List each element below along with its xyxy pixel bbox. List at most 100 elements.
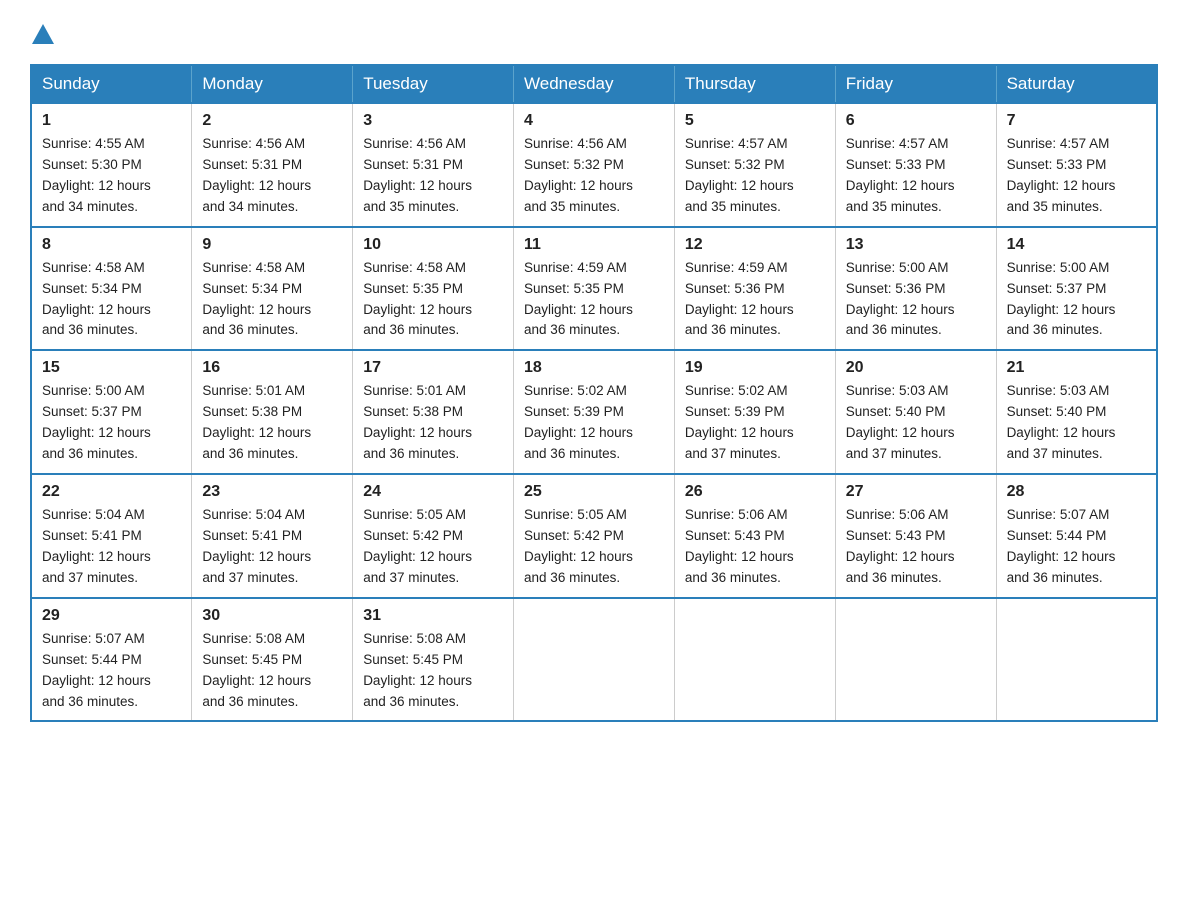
day-number: 2 bbox=[202, 112, 342, 130]
day-info: Sunrise: 5:02 AM Sunset: 5:39 PM Dayligh… bbox=[524, 381, 664, 465]
day-info: Sunrise: 5:07 AM Sunset: 5:44 PM Dayligh… bbox=[42, 629, 181, 713]
calendar-cell bbox=[835, 598, 996, 722]
day-info: Sunrise: 5:01 AM Sunset: 5:38 PM Dayligh… bbox=[202, 381, 342, 465]
weekday-header-monday: Monday bbox=[192, 65, 353, 103]
day-info: Sunrise: 4:56 AM Sunset: 5:31 PM Dayligh… bbox=[363, 134, 503, 218]
day-info: Sunrise: 4:59 AM Sunset: 5:35 PM Dayligh… bbox=[524, 258, 664, 342]
calendar-cell: 5 Sunrise: 4:57 AM Sunset: 5:32 PM Daylig… bbox=[674, 103, 835, 227]
calendar-cell: 12Sunrise: 4:59 AM Sunset: 5:36 PM Dayli… bbox=[674, 227, 835, 351]
calendar-cell: 28 Sunrise: 5:07 AM Sunset: 5:44 PM Dayli… bbox=[996, 474, 1157, 598]
day-info: Sunrise: 5:06 AM Sunset: 5:43 PM Dayligh… bbox=[846, 505, 986, 589]
calendar-cell: 14Sunrise: 5:00 AM Sunset: 5:37 PM Dayli… bbox=[996, 227, 1157, 351]
day-info: Sunrise: 4:58 AM Sunset: 5:34 PM Dayligh… bbox=[202, 258, 342, 342]
day-number: 4 bbox=[524, 112, 664, 130]
day-info: Sunrise: 5:01 AM Sunset: 5:38 PM Dayligh… bbox=[363, 381, 503, 465]
calendar-week-row: 15 Sunrise: 5:00 AM Sunset: 5:37 PM Dayli… bbox=[31, 350, 1157, 474]
calendar-cell: 1 Sunrise: 4:55 AM Sunset: 5:30 PM Daylig… bbox=[31, 103, 192, 227]
day-info: Sunrise: 4:58 AM Sunset: 5:35 PM Dayligh… bbox=[363, 258, 503, 342]
calendar-cell: 26 Sunrise: 5:06 AM Sunset: 5:43 PM Dayli… bbox=[674, 474, 835, 598]
calendar-cell: 31Sunrise: 5:08 AM Sunset: 5:45 PM Dayli… bbox=[353, 598, 514, 722]
calendar-cell: 18 Sunrise: 5:02 AM Sunset: 5:39 PM Dayli… bbox=[514, 350, 675, 474]
day-number: 13 bbox=[846, 236, 986, 254]
day-number: 18 bbox=[524, 359, 664, 377]
day-number: 14 bbox=[1007, 236, 1146, 254]
calendar-cell: 13 Sunrise: 5:00 AM Sunset: 5:36 PM Dayli… bbox=[835, 227, 996, 351]
day-info: Sunrise: 5:04 AM Sunset: 5:41 PM Dayligh… bbox=[202, 505, 342, 589]
day-number: 8 bbox=[42, 236, 181, 254]
day-number: 7 bbox=[1007, 112, 1146, 130]
calendar-table: SundayMondayTuesdayWednesdayThursdayFrid… bbox=[30, 64, 1158, 722]
calendar-cell: 25 Sunrise: 5:05 AM Sunset: 5:42 PM Dayli… bbox=[514, 474, 675, 598]
calendar-cell: 30 Sunrise: 5:08 AM Sunset: 5:45 PM Dayli… bbox=[192, 598, 353, 722]
day-info: Sunrise: 5:02 AM Sunset: 5:39 PM Dayligh… bbox=[685, 381, 825, 465]
calendar-cell: 6 Sunrise: 4:57 AM Sunset: 5:33 PM Daylig… bbox=[835, 103, 996, 227]
calendar-cell: 23 Sunrise: 5:04 AM Sunset: 5:41 PM Dayli… bbox=[192, 474, 353, 598]
day-number: 26 bbox=[685, 483, 825, 501]
day-number: 31 bbox=[363, 607, 503, 625]
calendar-cell: 2 Sunrise: 4:56 AM Sunset: 5:31 PM Daylig… bbox=[192, 103, 353, 227]
day-info: Sunrise: 5:03 AM Sunset: 5:40 PM Dayligh… bbox=[1007, 381, 1146, 465]
day-info: Sunrise: 4:57 AM Sunset: 5:33 PM Dayligh… bbox=[1007, 134, 1146, 218]
day-info: Sunrise: 5:07 AM Sunset: 5:44 PM Dayligh… bbox=[1007, 505, 1146, 589]
day-number: 9 bbox=[202, 236, 342, 254]
calendar-cell: 3 Sunrise: 4:56 AM Sunset: 5:31 PM Daylig… bbox=[353, 103, 514, 227]
day-info: Sunrise: 4:56 AM Sunset: 5:31 PM Dayligh… bbox=[202, 134, 342, 218]
day-number: 17 bbox=[363, 359, 503, 377]
calendar-cell: 29Sunrise: 5:07 AM Sunset: 5:44 PM Dayli… bbox=[31, 598, 192, 722]
calendar-week-row: 29Sunrise: 5:07 AM Sunset: 5:44 PM Dayli… bbox=[31, 598, 1157, 722]
day-number: 3 bbox=[363, 112, 503, 130]
day-number: 5 bbox=[685, 112, 825, 130]
calendar-cell: 19 Sunrise: 5:02 AM Sunset: 5:39 PM Dayli… bbox=[674, 350, 835, 474]
weekday-header-row: SundayMondayTuesdayWednesdayThursdayFrid… bbox=[31, 65, 1157, 103]
day-number: 21 bbox=[1007, 359, 1146, 377]
day-info: Sunrise: 4:55 AM Sunset: 5:30 PM Dayligh… bbox=[42, 134, 181, 218]
day-info: Sunrise: 4:57 AM Sunset: 5:33 PM Dayligh… bbox=[846, 134, 986, 218]
day-info: Sunrise: 5:05 AM Sunset: 5:42 PM Dayligh… bbox=[524, 505, 664, 589]
calendar-cell: 11 Sunrise: 4:59 AM Sunset: 5:35 PM Dayli… bbox=[514, 227, 675, 351]
day-number: 10 bbox=[363, 236, 503, 254]
weekday-header-wednesday: Wednesday bbox=[514, 65, 675, 103]
day-number: 6 bbox=[846, 112, 986, 130]
day-number: 22 bbox=[42, 483, 181, 501]
calendar-cell: 27 Sunrise: 5:06 AM Sunset: 5:43 PM Dayli… bbox=[835, 474, 996, 598]
day-number: 20 bbox=[846, 359, 986, 377]
logo-arrow-icon bbox=[32, 22, 54, 44]
day-info: Sunrise: 4:59 AM Sunset: 5:36 PM Dayligh… bbox=[685, 258, 825, 342]
day-info: Sunrise: 5:00 AM Sunset: 5:36 PM Dayligh… bbox=[846, 258, 986, 342]
day-number: 28 bbox=[1007, 483, 1146, 501]
day-info: Sunrise: 5:04 AM Sunset: 5:41 PM Dayligh… bbox=[42, 505, 181, 589]
day-info: Sunrise: 4:58 AM Sunset: 5:34 PM Dayligh… bbox=[42, 258, 181, 342]
page-header bbox=[30, 20, 1158, 44]
day-info: Sunrise: 4:57 AM Sunset: 5:32 PM Dayligh… bbox=[685, 134, 825, 218]
weekday-header-sunday: Sunday bbox=[31, 65, 192, 103]
calendar-cell: 7 Sunrise: 4:57 AM Sunset: 5:33 PM Daylig… bbox=[996, 103, 1157, 227]
day-number: 16 bbox=[202, 359, 342, 377]
day-number: 27 bbox=[846, 483, 986, 501]
calendar-cell: 24Sunrise: 5:05 AM Sunset: 5:42 PM Dayli… bbox=[353, 474, 514, 598]
weekday-header-tuesday: Tuesday bbox=[353, 65, 514, 103]
calendar-cell: 10 Sunrise: 4:58 AM Sunset: 5:35 PM Dayli… bbox=[353, 227, 514, 351]
calendar-cell: 16 Sunrise: 5:01 AM Sunset: 5:38 PM Dayli… bbox=[192, 350, 353, 474]
calendar-cell bbox=[514, 598, 675, 722]
day-info: Sunrise: 5:06 AM Sunset: 5:43 PM Dayligh… bbox=[685, 505, 825, 589]
day-info: Sunrise: 5:08 AM Sunset: 5:45 PM Dayligh… bbox=[202, 629, 342, 713]
day-number: 30 bbox=[202, 607, 342, 625]
day-number: 23 bbox=[202, 483, 342, 501]
day-info: Sunrise: 5:00 AM Sunset: 5:37 PM Dayligh… bbox=[42, 381, 181, 465]
day-number: 1 bbox=[42, 112, 181, 130]
logo bbox=[30, 20, 54, 44]
day-info: Sunrise: 5:05 AM Sunset: 5:42 PM Dayligh… bbox=[363, 505, 503, 589]
calendar-cell: 15 Sunrise: 5:00 AM Sunset: 5:37 PM Dayli… bbox=[31, 350, 192, 474]
weekday-header-friday: Friday bbox=[835, 65, 996, 103]
day-number: 11 bbox=[524, 236, 664, 254]
calendar-cell bbox=[996, 598, 1157, 722]
day-number: 19 bbox=[685, 359, 825, 377]
calendar-cell: 22 Sunrise: 5:04 AM Sunset: 5:41 PM Dayli… bbox=[31, 474, 192, 598]
day-number: 25 bbox=[524, 483, 664, 501]
calendar-week-row: 22 Sunrise: 5:04 AM Sunset: 5:41 PM Dayli… bbox=[31, 474, 1157, 598]
calendar-cell bbox=[674, 598, 835, 722]
calendar-cell: 21 Sunrise: 5:03 AM Sunset: 5:40 PM Dayli… bbox=[996, 350, 1157, 474]
day-number: 15 bbox=[42, 359, 181, 377]
calendar-week-row: 1 Sunrise: 4:55 AM Sunset: 5:30 PM Daylig… bbox=[31, 103, 1157, 227]
calendar-cell: 8 Sunrise: 4:58 AM Sunset: 5:34 PM Daylig… bbox=[31, 227, 192, 351]
